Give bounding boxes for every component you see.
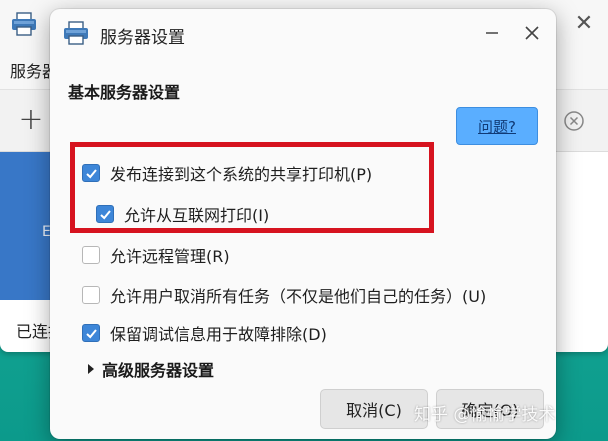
- checkmark-icon: [85, 328, 97, 338]
- option-keep-debug-info[interactable]: 保留调试信息用于故障排除(D): [82, 321, 327, 345]
- option-label: 允许用户取消所有任务（不仅是他们自己的任务）(U): [110, 287, 487, 306]
- disclosure-triangle-icon: [88, 364, 94, 374]
- add-printer-button[interactable]: +: [12, 102, 50, 140]
- watermark: 知乎 @愉愉学技术: [414, 405, 556, 425]
- option-label: 发布连接到这个系统的共享打印机(P): [110, 165, 373, 184]
- checkbox[interactable]: [82, 246, 100, 264]
- minimize-icon[interactable]: [480, 21, 504, 45]
- option-allow-internet-printing[interactable]: 允许从互联网打印(I): [96, 202, 269, 226]
- help-button[interactable]: 问题?: [456, 107, 538, 145]
- dialog-title: 服务器设置: [100, 28, 185, 48]
- option-allow-cancel-all-jobs[interactable]: 允许用户取消所有任务（不仅是他们自己的任务）(U): [82, 283, 486, 307]
- checkbox[interactable]: [82, 324, 100, 342]
- section-heading: 基本服务器设置: [68, 83, 181, 102]
- main-close-button[interactable]: ✕: [572, 12, 596, 36]
- cancel-button[interactable]: 取消(C): [320, 389, 428, 429]
- option-allow-remote-admin[interactable]: 允许远程管理(R): [82, 243, 230, 267]
- option-label: 保留调试信息用于故障排除(D): [110, 325, 327, 344]
- clear-icon[interactable]: [562, 109, 586, 133]
- advanced-settings-label: 高级服务器设置: [102, 361, 215, 380]
- option-publish-shared-printers[interactable]: 发布连接到这个系统的共享打印机(P): [82, 161, 372, 185]
- close-icon[interactable]: [520, 21, 544, 45]
- checkbox[interactable]: [82, 286, 100, 304]
- checkmark-icon: [85, 168, 97, 178]
- checkmark-icon: [99, 209, 111, 219]
- checkbox[interactable]: [82, 164, 100, 182]
- printer-icon: [64, 21, 88, 45]
- server-settings-dialog: 服务器设置 基本服务器设置 问题? 发布连接到这个系统的共享打印机(P) 允许从…: [50, 9, 556, 439]
- advanced-settings-expander[interactable]: 高级服务器设置: [88, 357, 214, 381]
- printer-icon: [12, 12, 36, 36]
- option-label: 允许远程管理(R): [110, 247, 230, 266]
- option-label: 允许从互联网打印(I): [124, 206, 270, 225]
- checkbox[interactable]: [96, 205, 114, 223]
